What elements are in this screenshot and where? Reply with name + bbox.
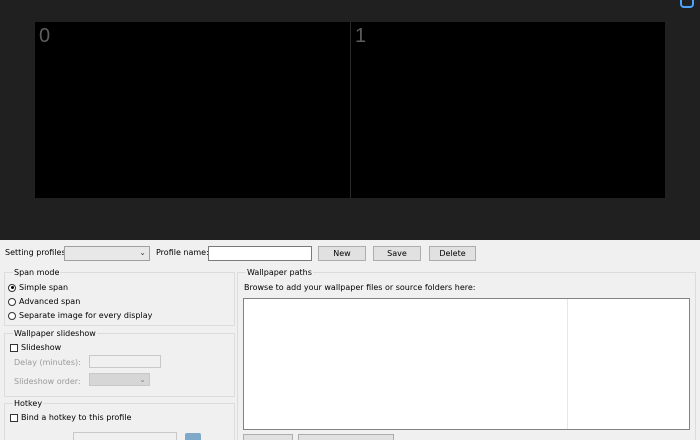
wallpaper-paths-instructions: Browse to add your wallpaper files or so… — [244, 283, 476, 292]
delete-button[interactable]: Delete — [429, 246, 476, 261]
wallpaper-paths-title: Wallpaper paths — [246, 268, 313, 277]
setting-profiles-dropdown[interactable]: ⌄ — [64, 246, 150, 261]
hotkey-title: Hotkey — [13, 399, 44, 408]
browse-button[interactable] — [243, 434, 293, 440]
slideshow-order-dropdown[interactable]: ⌄ — [89, 373, 150, 386]
delay-input[interactable] — [89, 355, 161, 368]
chevron-down-icon: ⌄ — [139, 248, 146, 257]
span-mode-group: Span mode Simple span Advanced span Sepa… — [4, 268, 235, 326]
radio-icon — [8, 297, 16, 306]
slideshow-checkbox[interactable]: Slideshow — [10, 343, 61, 352]
span-mode-title: Span mode — [13, 268, 61, 277]
span-mode-option-label: Separate image for every display — [19, 311, 153, 320]
checkbox-icon — [10, 413, 18, 422]
setting-profiles-label: Setting profiles: — [5, 248, 69, 257]
delay-label: Delay (minutes): — [14, 358, 81, 367]
monitor-1-number: 1 — [355, 25, 367, 47]
profile-name-input[interactable] — [208, 246, 312, 261]
span-mode-option-label: Advanced span — [19, 297, 81, 306]
monitor-0-number: 0 — [39, 25, 51, 47]
span-mode-option-advanced[interactable]: Advanced span — [8, 297, 80, 306]
span-mode-option-simple[interactable]: Simple span — [8, 283, 68, 292]
profile-toolbar: Setting profiles: ⌄ Profile name: New Sa… — [0, 240, 700, 268]
list-column-divider — [567, 299, 568, 429]
help-icon[interactable] — [185, 433, 201, 440]
span-mode-option-separate[interactable]: Separate image for every display — [8, 311, 152, 320]
monitor-1-preview[interactable]: 1 — [350, 22, 665, 198]
wallpaper-paths-list[interactable] — [243, 298, 690, 430]
monitor-0-preview[interactable]: 0 — [35, 22, 350, 198]
slideshow-checkbox-label: Slideshow — [21, 343, 62, 352]
remove-button[interactable] — [298, 434, 394, 440]
bind-hotkey-checkbox[interactable]: Bind a hotkey to this profile — [10, 413, 131, 422]
new-button[interactable]: New — [318, 246, 366, 261]
span-mode-option-label: Simple span — [19, 283, 69, 292]
chevron-down-icon: ⌄ — [139, 375, 146, 384]
display-preview: 0 1 — [0, 0, 700, 240]
radio-icon — [8, 311, 16, 320]
bind-hotkey-label: Bind a hotkey to this profile — [21, 413, 132, 422]
window-restore-icon[interactable] — [680, 0, 694, 8]
checkbox-icon — [10, 343, 18, 352]
wallpaper-slideshow-group: Wallpaper slideshow Slideshow Delay (min… — [4, 329, 235, 397]
hotkey-input[interactable] — [73, 432, 177, 440]
slideshow-order-label: Slideshow order: — [14, 377, 81, 386]
radio-selected-icon — [8, 283, 16, 292]
wallpaper-slideshow-title: Wallpaper slideshow — [13, 329, 97, 338]
hotkey-group: Hotkey Bind a hotkey to this profile — [4, 399, 235, 440]
profile-name-label: Profile name: — [156, 248, 209, 257]
save-button[interactable]: Save — [373, 246, 421, 261]
